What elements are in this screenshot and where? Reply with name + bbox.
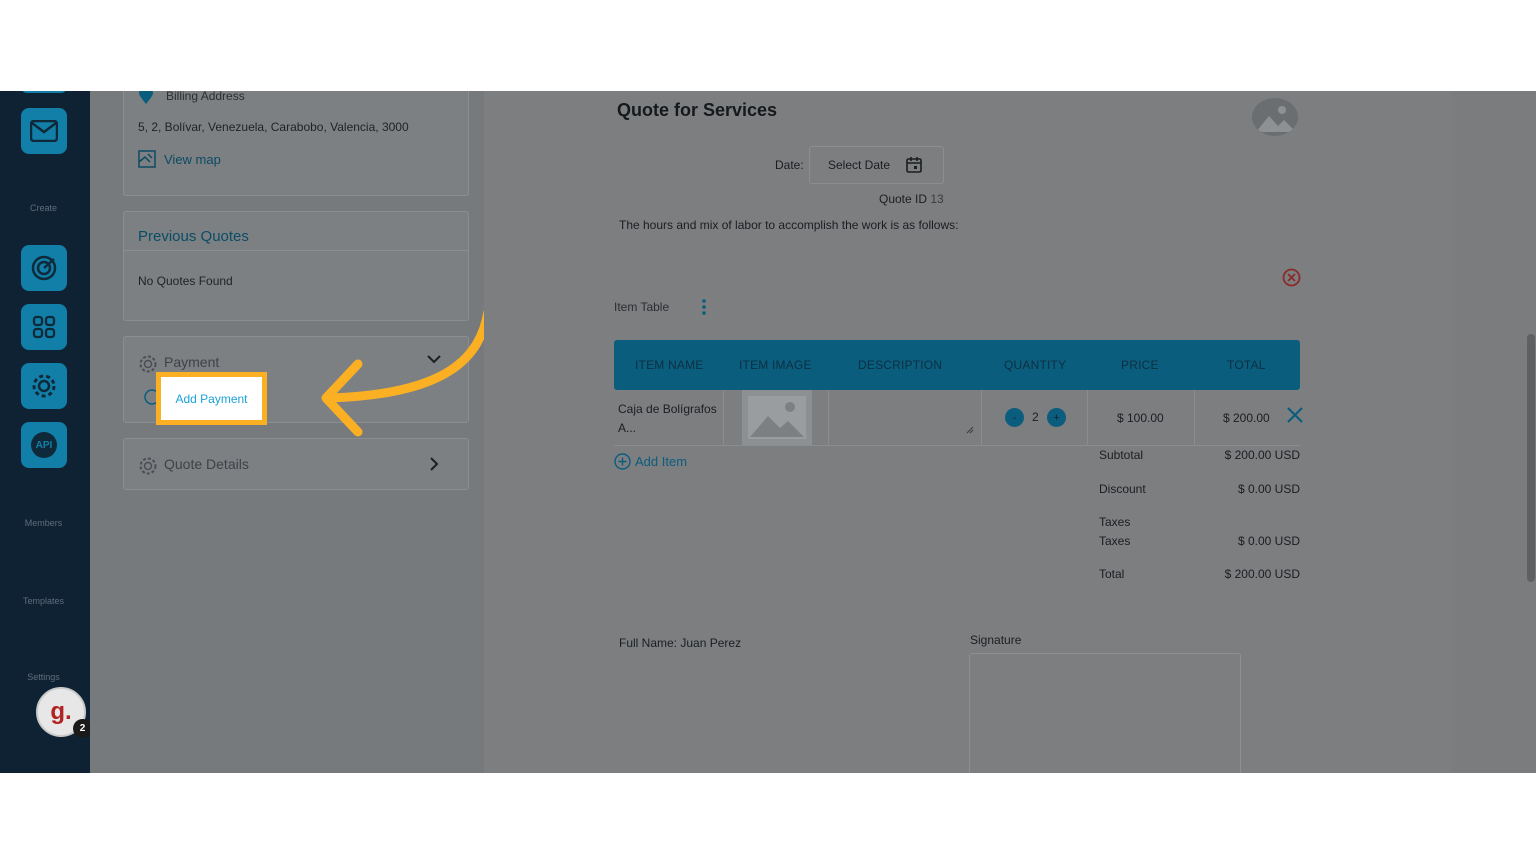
item-table-label: Item Table <box>614 300 670 314</box>
column-quantity: QUANTITY <box>1004 358 1067 372</box>
item-name-cell[interactable]: Caja de Bolígrafos A... <box>618 400 723 438</box>
payment-title: Payment <box>164 354 220 370</box>
table-row: Caja de Bolígrafos A... - 2 + $ 100.00 $… <box>614 390 1300 446</box>
app-window: Create API Members Templates Settings g.… <box>0 91 1536 773</box>
rail-label-members: Members <box>24 518 63 528</box>
add-item-button[interactable]: Add Item <box>614 453 687 470</box>
api-icon-text: API <box>35 439 53 451</box>
page-title: Quote for Services <box>617 100 778 120</box>
image-icon <box>748 396 806 439</box>
location-pin-icon <box>139 91 153 104</box>
delete-row-icon[interactable] <box>1285 405 1305 425</box>
previous-quotes-card: Previous Quotes No Quotes Found <box>123 211 469 321</box>
item-table-header: ITEM NAME ITEM IMAGE DESCRIPTION QUANTIT… <box>614 340 1300 390</box>
image-icon <box>1256 106 1296 132</box>
mail-button[interactable] <box>21 108 67 154</box>
billing-address-card: Billing Address 5, 2, Bolívar, Venezuela… <box>123 91 469 196</box>
subtotal-label: Subtotal <box>1099 448 1144 462</box>
total-value: $ 200.00 USD <box>1224 567 1300 581</box>
previous-quotes-empty: No Quotes Found <box>138 274 233 288</box>
quantity-value: 2 <box>1032 410 1039 424</box>
billing-address-label: Billing Address <box>166 91 245 103</box>
item-name-overflow: A... <box>618 421 637 435</box>
column-item-name: ITEM NAME <box>635 358 704 372</box>
date-picker[interactable]: Select Date <box>809 146 944 184</box>
quote-id: Quote ID 13 <box>879 192 944 206</box>
discount-value[interactable]: $ 0.00 USD <box>1238 482 1300 496</box>
mail-icon <box>30 120 58 142</box>
item-total: $ 200.00 <box>1223 411 1270 425</box>
add-payment-label: Add Payment <box>175 391 248 406</box>
calendar-icon <box>906 157 922 173</box>
gear-icon <box>139 457 157 475</box>
billing-address-text: 5, 2, Bolívar, Venezuela, Carabobo, Vale… <box>138 120 409 134</box>
previous-quotes-title: Previous Quotes <box>138 228 249 245</box>
divider <box>124 250 468 251</box>
divider <box>723 390 724 446</box>
rail-label-settings: Settings <box>27 672 60 682</box>
more-options-icon[interactable] <box>702 298 706 316</box>
plus-circle-icon <box>614 453 631 470</box>
signature-label: Signature <box>970 633 1022 647</box>
column-item-image: ITEM IMAGE <box>739 358 812 372</box>
rail-top-button-edge[interactable] <box>21 91 67 93</box>
discount-label: Discount <box>1099 482 1146 496</box>
signature-pad[interactable] <box>969 653 1241 773</box>
right-gutter <box>1452 91 1536 773</box>
rail-label-create: Create <box>29 203 57 213</box>
item-image[interactable] <box>742 390 812 445</box>
quantity-increase-button[interactable]: + <box>1047 408 1066 427</box>
date-label: Date: <box>775 158 804 172</box>
item-name: Caja de Bolígrafos <box>618 402 717 416</box>
divider <box>981 390 982 446</box>
grid-icon <box>32 315 56 339</box>
quote-id-value: 13 <box>930 192 944 206</box>
quote-details-card[interactable]: Quote Details <box>123 438 469 490</box>
gear-icon <box>139 355 157 373</box>
company-logo-placeholder[interactable] <box>1252 98 1298 136</box>
settings-button[interactable] <box>21 363 67 409</box>
target-button[interactable] <box>21 245 67 291</box>
total-label: Total <box>1099 567 1125 581</box>
add-item-label: Add Item <box>635 454 688 469</box>
divider <box>1194 390 1195 446</box>
full-name-value: Juan Perez <box>680 636 742 650</box>
gear-icon <box>32 374 56 398</box>
icon-rail: Create API Members Templates Settings g.… <box>0 91 92 773</box>
view-map-link[interactable]: View map <box>138 150 221 168</box>
taxes-label: Taxes <box>1099 534 1131 548</box>
avatar-letter: g. <box>50 698 72 725</box>
rail-label-templates: Templates <box>22 596 65 606</box>
intro-text: The hours and mix of labor to accomplish… <box>619 218 959 232</box>
map-icon <box>138 150 156 168</box>
full-name: Full Name: Juan Perez <box>619 636 741 650</box>
taxes-value: $ 0.00 USD <box>1237 534 1300 548</box>
view-map-label: View map <box>164 151 221 167</box>
api-button[interactable]: API <box>21 422 67 468</box>
subtotal-value: $ 200.00 USD <box>1224 448 1300 462</box>
full-name-label: Full Name: <box>619 636 678 650</box>
add-payment-button[interactable]: Add Payment <box>156 372 267 425</box>
divider <box>1087 390 1088 446</box>
date-placeholder: Select Date <box>828 158 891 172</box>
grid-button[interactable] <box>21 304 67 350</box>
quote-id-label: Quote ID <box>879 192 928 206</box>
scrollbar-thumb[interactable] <box>1527 334 1535 582</box>
quote-details-title: Quote Details <box>164 456 249 472</box>
taxes-header: Taxes <box>1099 515 1131 529</box>
pointer-arrow-icon <box>321 307 493 437</box>
item-price[interactable]: $ 100.00 <box>1117 411 1164 425</box>
column-price: PRICE <box>1121 358 1159 372</box>
target-icon <box>31 255 57 281</box>
column-description: DESCRIPTION <box>858 358 943 372</box>
remove-section-icon[interactable] <box>1282 268 1301 287</box>
quantity-decrease-button[interactable]: - <box>1005 408 1024 427</box>
column-total: TOTAL <box>1227 358 1266 372</box>
resize-handle-icon[interactable] <box>966 426 974 434</box>
chevron-right-icon <box>430 457 439 471</box>
divider <box>828 390 829 446</box>
